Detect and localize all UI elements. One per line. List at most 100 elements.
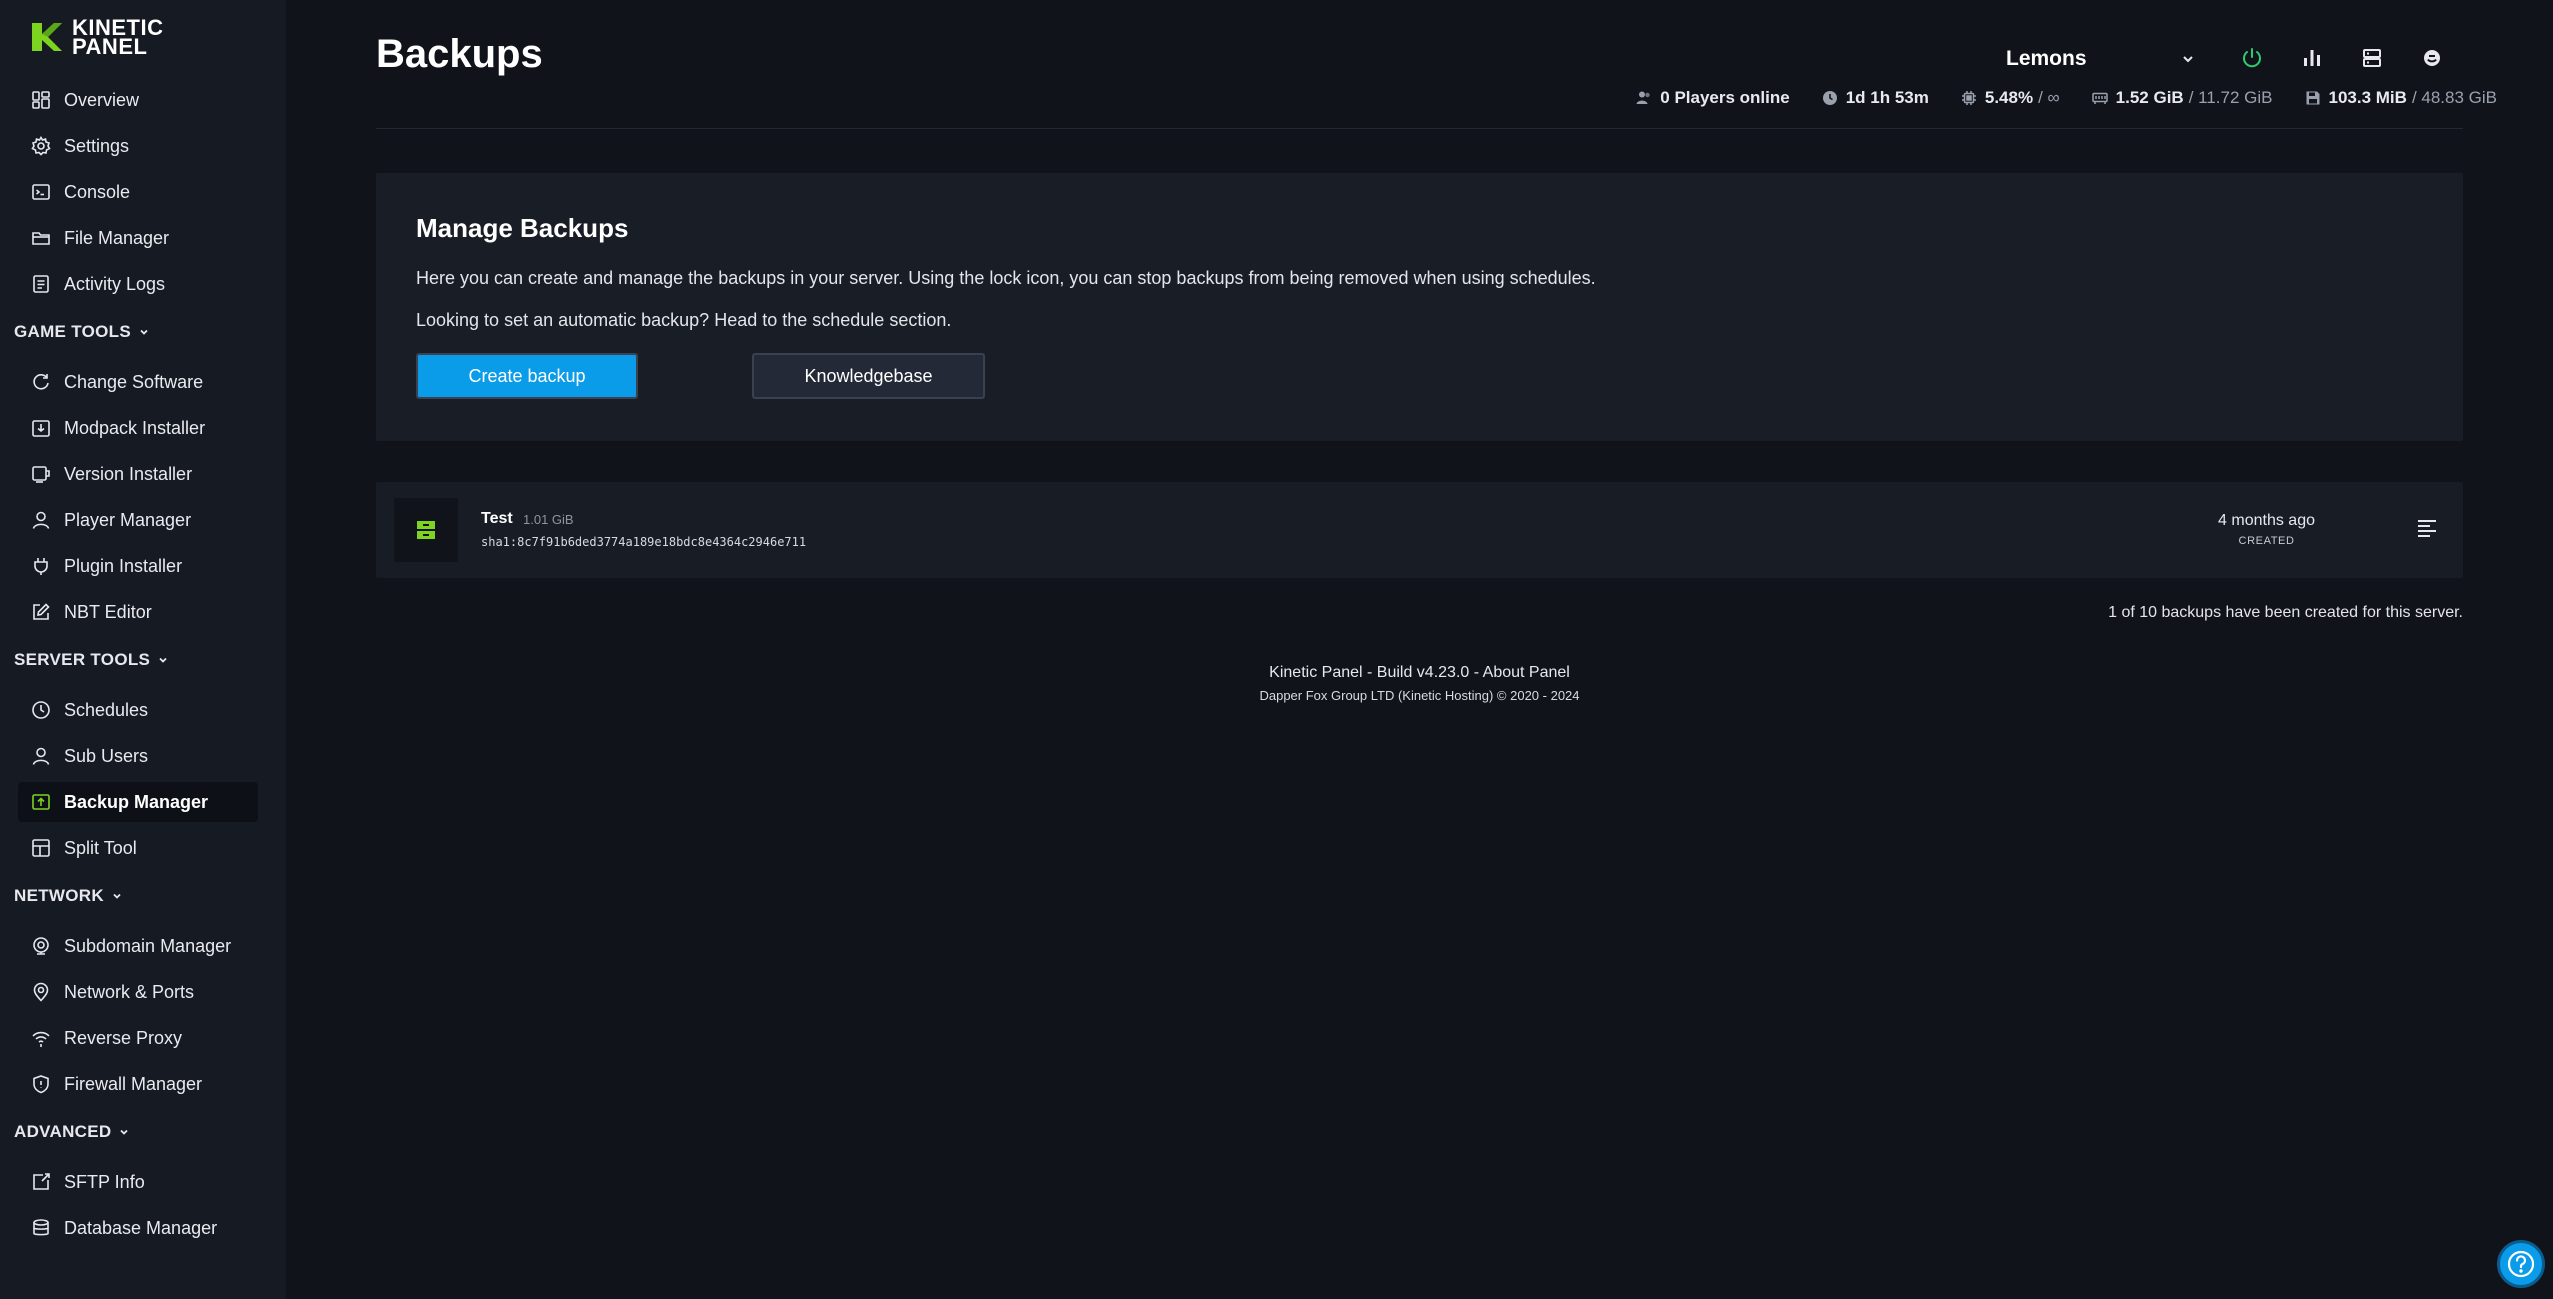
- backup-checksum: sha1:8c7f91b6ded3774a189e18bdc8e4364c294…: [481, 535, 807, 549]
- sidebar-item-label: Activity Logs: [64, 273, 166, 294]
- sidebar-item-label: Database Manager: [64, 1217, 218, 1238]
- stat-cpu-limit: / ∞: [2038, 88, 2060, 107]
- kinetic-logo-icon: [32, 23, 62, 51]
- folder-icon: [30, 227, 52, 249]
- stats-button[interactable]: [2298, 44, 2326, 72]
- footer-line: Kinetic Panel - Build v4.23.0 - About Pa…: [376, 664, 2463, 682]
- chevron-down-icon: [2183, 56, 2193, 63]
- sidebar-item-label: Backup Manager: [64, 791, 209, 812]
- sidebar-item-sub-users[interactable]: Sub Users: [18, 736, 258, 776]
- footer-about-link[interactable]: About Panel: [1483, 664, 1570, 681]
- sidebar-item-label: Schedules: [64, 699, 149, 720]
- sidebar-item-change-software[interactable]: Change Software: [18, 362, 258, 402]
- backup-name: Test: [481, 510, 513, 527]
- sidebar-item-reverse-proxy[interactable]: Reverse Proxy: [18, 1018, 258, 1058]
- footer-build-link[interactable]: Build v4.23.0: [1377, 664, 1470, 681]
- sidebar-item-label: Plugin Installer: [64, 555, 183, 576]
- menu-icon[interactable]: [2415, 516, 2439, 540]
- sidebar-item-sftp-info[interactable]: SFTP Info: [18, 1162, 258, 1202]
- help-icon: [2507, 1250, 2535, 1278]
- account-button[interactable]: [2418, 44, 2446, 72]
- brand-logo[interactable]: KINETIC PANEL: [28, 17, 164, 58]
- sidebar-item-nbt-editor[interactable]: NBT Editor: [18, 592, 258, 632]
- sidebar-item-modpack-installer[interactable]: Modpack Installer: [18, 408, 258, 448]
- server-name: Lemons: [2006, 47, 2087, 70]
- stat-memory-limit: / 11.72 GiB: [2188, 88, 2273, 107]
- backup-row[interactable]: Test 1.01 GiB sha1:8c7f91b6ded3774a189e1…: [376, 482, 2463, 578]
- sidebar-item-player-manager[interactable]: Player Manager: [18, 500, 258, 540]
- stat-uptime: 1d 1h 53m: [1822, 88, 1929, 108]
- stat-players-value: 0 Players online: [1660, 88, 1790, 107]
- section-network[interactable]: NETWORK: [14, 874, 258, 918]
- globe-icon: [30, 935, 52, 957]
- knowledgebase-button[interactable]: Knowledgebase: [752, 353, 985, 399]
- card-description: Here you can create and manage the backu…: [416, 268, 1596, 288]
- sidebar-item-settings[interactable]: Settings: [18, 126, 258, 166]
- account-icon: [2424, 50, 2440, 66]
- section-advanced[interactable]: ADVANCED: [14, 1110, 258, 1154]
- stat-disk-limit: / 48.83 GiB: [2411, 88, 2497, 107]
- stat-disk: 103.3 MiB / 48.83 GiB: [2305, 88, 2497, 108]
- sidebar-item-label: Network & Ports: [64, 981, 195, 1002]
- server-icon: [2363, 49, 2381, 67]
- backup-created: 4 months ago CREATED: [2218, 512, 2315, 547]
- server-actions: [2238, 44, 2478, 72]
- memory-icon: [2091, 92, 2108, 104]
- sidebar-item-subdomain-manager[interactable]: Subdomain Manager: [18, 926, 258, 966]
- sidebar-item-label: Sub Users: [64, 745, 149, 766]
- grid-icon: [30, 89, 52, 111]
- sidebar-item-label: Version Installer: [64, 463, 193, 484]
- sidebar-item-label: Firewall Manager: [64, 1073, 203, 1094]
- clock-icon: [1822, 91, 1837, 105]
- sidebar-item-backup-manager[interactable]: Backup Manager: [18, 782, 258, 822]
- chevron-down-icon: [140, 329, 148, 335]
- server-list-button[interactable]: [2358, 44, 2386, 72]
- plug-icon: [30, 555, 52, 577]
- sidebar-item-schedules[interactable]: Schedules: [18, 690, 258, 730]
- database-icon: [30, 1217, 52, 1239]
- sidebar-item-database-manager[interactable]: Database Manager: [18, 1208, 258, 1248]
- sidebar-item-label: SFTP Info: [64, 1171, 145, 1192]
- server-stats: 0 Players online 1d 1h 53m 5.48% / ∞ 1.5…: [1604, 88, 2497, 108]
- help-button[interactable]: [2497, 1240, 2545, 1288]
- cpu-icon: [1961, 91, 1976, 105]
- sidebar-item-label: Change Software: [64, 371, 204, 392]
- section-game-tools[interactable]: GAME TOOLS: [14, 310, 258, 354]
- pin-icon: [30, 981, 52, 1003]
- footer-copyright: Dapper Fox Group LTD (Kinetic Hosting) ©…: [1259, 688, 1580, 703]
- create-backup-button[interactable]: Create backup: [416, 353, 638, 399]
- stat-players: 0 Players online: [1636, 88, 1790, 108]
- edit-icon: [30, 601, 52, 623]
- sidebar-item-split-tool[interactable]: Split Tool: [18, 828, 258, 868]
- sidebar-item-activity-logs[interactable]: Activity Logs: [18, 264, 258, 304]
- power-button[interactable]: [2238, 44, 2266, 72]
- sidebar-item-label: Console: [64, 181, 131, 202]
- users-icon: [1636, 91, 1650, 104]
- user-icon: [30, 745, 52, 767]
- sidebar-nav: Overview Settings Console File Manager A…: [14, 80, 258, 1254]
- backup-created-label: CREATED: [2238, 535, 2295, 547]
- sidebar-item-plugin-installer[interactable]: Plugin Installer: [18, 546, 258, 586]
- bar-chart-icon: [2304, 50, 2320, 66]
- server-selector[interactable]: Lemons: [2002, 42, 2202, 76]
- stat-cpu-value: 5.48%: [1984, 88, 2034, 107]
- main-content: Backups Lemons 0 Players online 1d 1h 53…: [286, 0, 2553, 1299]
- sidebar-item-overview[interactable]: Overview: [18, 80, 258, 120]
- save-icon: [2306, 91, 2319, 105]
- section-title: NETWORK: [14, 886, 104, 905]
- sidebar-item-firewall-manager[interactable]: Firewall Manager: [18, 1064, 258, 1104]
- sidebar-item-label: Overview: [64, 89, 140, 110]
- power-icon: [2243, 48, 2261, 68]
- sidebar-item-console[interactable]: Console: [18, 172, 258, 212]
- backup-created-time: 4 months ago: [2218, 512, 2315, 529]
- page-title: Backups: [376, 32, 543, 76]
- shield-icon: [30, 1073, 52, 1095]
- sidebar-item-network-ports[interactable]: Network & Ports: [18, 972, 258, 1012]
- backup-count-text: 1 of 10 backups have been created for th…: [2108, 604, 2463, 621]
- sidebar-item-file-manager[interactable]: File Manager: [18, 218, 258, 258]
- section-title: GAME TOOLS: [14, 322, 131, 341]
- chevron-down-icon: [120, 1129, 129, 1135]
- sidebar-item-version-installer[interactable]: Version Installer: [18, 454, 258, 494]
- stat-disk-value: 103.3 MiB: [2328, 88, 2407, 107]
- section-server-tools[interactable]: SERVER TOOLS: [14, 638, 258, 682]
